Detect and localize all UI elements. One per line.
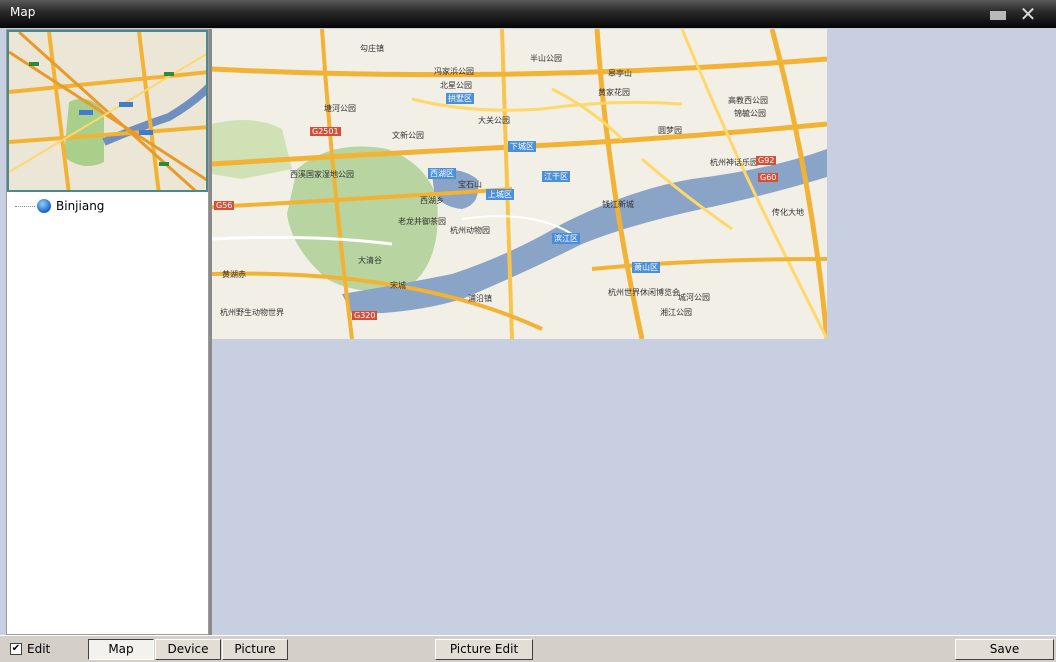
map-graphic bbox=[212, 29, 827, 339]
map-label: 拱墅区 bbox=[446, 93, 474, 104]
map-label: 大清谷 bbox=[358, 256, 382, 265]
map-label: 杭州野生动物世界 bbox=[220, 308, 284, 317]
map-label: 传化大地 bbox=[772, 208, 804, 217]
edit-label: Edit bbox=[27, 642, 51, 656]
map-label: 城河公园 bbox=[678, 293, 710, 302]
tree-item-binjiang[interactable]: Binjiang bbox=[15, 197, 104, 215]
map-label: 滨江区 bbox=[552, 233, 580, 244]
map-label: G2501 bbox=[310, 127, 341, 136]
edit-checkbox[interactable]: ✔ Edit bbox=[10, 642, 50, 656]
map-label: 勾庄镇 bbox=[360, 44, 384, 53]
map-label: G60 bbox=[758, 173, 779, 182]
map-label: 锦毓公园 bbox=[734, 109, 766, 118]
overview-map[interactable] bbox=[7, 30, 208, 192]
picture-edit-button[interactable]: Picture Edit bbox=[435, 639, 533, 660]
map-label: 湘江公园 bbox=[660, 308, 692, 317]
minimize-icon[interactable] bbox=[990, 11, 1006, 20]
map-label: 西湖乡 bbox=[420, 196, 444, 205]
tab-map[interactable]: Map bbox=[88, 639, 154, 660]
map-label: 萧山区 bbox=[632, 262, 660, 273]
map-label: 杭州神话乐园 bbox=[710, 158, 758, 167]
window-title: Map bbox=[10, 5, 36, 19]
title-bar: Map ✕ bbox=[0, 0, 1056, 28]
tab-picture[interactable]: Picture bbox=[222, 639, 288, 660]
map-label: 黄湖赤 bbox=[222, 270, 246, 279]
map-label: 文新公园 bbox=[392, 131, 424, 140]
globe-icon bbox=[37, 199, 51, 213]
map-label: 钱江新城 bbox=[602, 200, 634, 209]
map-label: 宋城 bbox=[390, 281, 406, 290]
map-area: 勾庄镇 半山公园 冯家浜公园 皋亭山 北星公园 黄家花园 拱墅区 塘河公园 高教… bbox=[212, 29, 1056, 635]
checkbox-icon[interactable]: ✔ bbox=[10, 643, 22, 655]
bottom-toolbar: ✔ Edit Map Device Picture Picture Edit S… bbox=[0, 635, 1056, 662]
map-label: G56 bbox=[214, 201, 235, 210]
close-icon[interactable]: ✕ bbox=[1016, 3, 1040, 25]
tree-connector bbox=[15, 205, 35, 207]
map-label: 老龙井御茶园 bbox=[398, 217, 446, 226]
map-label: 黄家花园 bbox=[598, 88, 630, 97]
save-button[interactable]: Save bbox=[955, 639, 1054, 660]
map-image[interactable]: 勾庄镇 半山公园 冯家浜公园 皋亭山 北星公园 黄家花园 拱墅区 塘河公园 高教… bbox=[212, 29, 827, 339]
map-label: 上城区 bbox=[486, 189, 514, 200]
map-label: 半山公园 bbox=[530, 54, 562, 63]
map-label: 北星公园 bbox=[440, 81, 472, 90]
left-panel: Binjiang bbox=[6, 29, 209, 635]
map-label: 大关公园 bbox=[478, 116, 510, 125]
map-label: 下城区 bbox=[508, 141, 536, 152]
map-label: 圆梦园 bbox=[658, 126, 682, 135]
map-label: 西溪国家湿地公园 bbox=[290, 170, 354, 179]
map-label: 皋亭山 bbox=[608, 69, 632, 78]
map-label: G92 bbox=[756, 156, 777, 165]
map-label: 塘河公园 bbox=[324, 104, 356, 113]
map-label: 冯家浜公园 bbox=[434, 67, 474, 76]
map-label: G320 bbox=[352, 311, 378, 320]
overview-map-image bbox=[9, 32, 206, 190]
map-label: 江干区 bbox=[542, 171, 570, 182]
map-label: 西湖区 bbox=[428, 168, 456, 179]
map-label: 宝石山 bbox=[458, 180, 482, 189]
tab-device[interactable]: Device bbox=[155, 639, 221, 660]
map-label: 浦沿镇 bbox=[468, 294, 492, 303]
map-label: 杭州动物园 bbox=[450, 226, 490, 235]
tree-item-label: Binjiang bbox=[56, 199, 105, 213]
map-label: 高教西公园 bbox=[728, 96, 768, 105]
map-label: 杭州世界休闲博览会 bbox=[608, 288, 680, 297]
